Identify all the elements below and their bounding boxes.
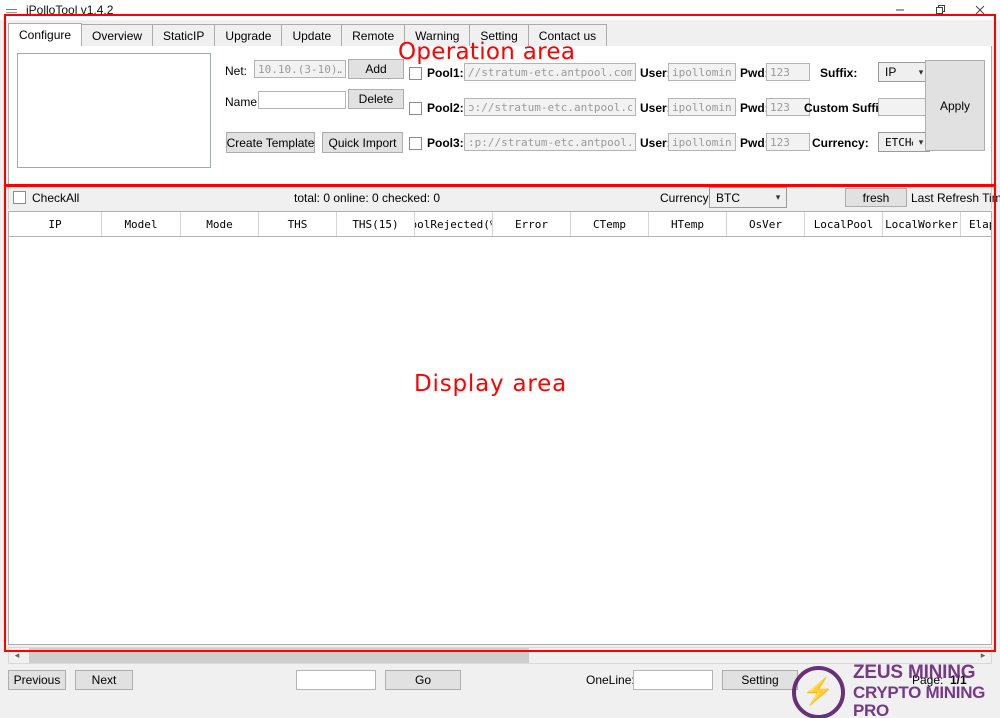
- scrollbar-thumb[interactable]: [29, 648, 529, 663]
- column-header-elapsed[interactable]: Elaps: [961, 212, 992, 236]
- pool3-user-input[interactable]: [668, 133, 736, 151]
- net-label: Net:: [225, 64, 247, 78]
- zeus-mining-watermark: ⚡ ZEUS MINING CRYPTO MINING PRO: [792, 668, 1000, 716]
- operation-panel: Net: Add Name: Delete Create Template Qu…: [8, 46, 992, 185]
- operation-area-annotation: Operation area: [398, 39, 575, 65]
- add-button[interactable]: Add: [348, 59, 404, 79]
- table-currency-select[interactable]: BTC ▾: [709, 187, 787, 208]
- pool1-label: Pool1:: [427, 66, 464, 80]
- pool2-url-input[interactable]: [464, 98, 636, 116]
- checkall-label: CheckAll: [32, 191, 79, 205]
- watermark-text: ZEUS MINING CRYPTO MINING PRO: [853, 663, 1000, 718]
- pool3-user-label: User:: [640, 136, 671, 150]
- column-header-htemp[interactable]: HTemp: [649, 212, 727, 236]
- pool1-checkbox[interactable]: [409, 67, 422, 80]
- watermark-line-1: ZEUS MINING: [853, 663, 1000, 684]
- currency-select[interactable]: ETCHᴄ ▾: [878, 132, 930, 152]
- tab-upgrade[interactable]: Upgrade: [214, 24, 282, 46]
- go-button[interactable]: Go: [385, 670, 461, 690]
- column-header-pool-rejected[interactable]: oolRejected(%: [415, 212, 493, 236]
- last-refresh-time-label: Last Refresh Time: [911, 191, 1000, 205]
- chevron-down-icon: ▾: [770, 192, 786, 203]
- pool1-pwd-label: Pwd:: [740, 66, 769, 80]
- apply-button[interactable]: Apply: [925, 60, 985, 151]
- name-input[interactable]: [258, 91, 346, 109]
- tab-configure[interactable]: Configure: [8, 23, 82, 46]
- pool2-label: Pool2:: [427, 101, 464, 115]
- table-currency-label: Currency:: [660, 191, 712, 205]
- net-input[interactable]: [254, 60, 346, 78]
- column-header-osver[interactable]: OsVer: [727, 212, 805, 236]
- oneline-label: OneLine:: [586, 673, 635, 687]
- ipollotool-window: iPolloTool v1.4.2 Configure Overview: [0, 0, 1000, 718]
- pool1-url-input[interactable]: [464, 63, 636, 81]
- currency-select-value: ETCHᴄ: [885, 136, 913, 149]
- pool1-user-input[interactable]: [668, 63, 736, 81]
- pool3-checkbox[interactable]: [409, 137, 422, 150]
- scroll-left-icon[interactable]: ◂: [9, 648, 25, 663]
- lightning-bolt-icon: ⚡: [792, 666, 845, 718]
- name-label: Name:: [225, 95, 260, 109]
- column-header-localpool[interactable]: LocalPool: [805, 212, 883, 236]
- scroll-right-icon[interactable]: ▸: [975, 648, 991, 663]
- display-area-annotation: Display area: [414, 371, 567, 397]
- column-header-ctemp[interactable]: CTemp: [571, 212, 649, 236]
- tab-update[interactable]: Update: [281, 24, 342, 46]
- column-header-error[interactable]: Error: [493, 212, 571, 236]
- next-button[interactable]: Next: [75, 670, 133, 690]
- delete-button[interactable]: Delete: [348, 89, 404, 109]
- pool1-user-label: User:: [640, 66, 671, 80]
- miner-table: IP Model Mode THS THS(15) oolRejected(% …: [8, 211, 992, 645]
- refresh-button[interactable]: fresh: [845, 188, 907, 207]
- suffix-select[interactable]: IP ▾: [878, 62, 930, 82]
- window-controls: [880, 0, 1000, 20]
- previous-button[interactable]: Previous: [8, 670, 66, 690]
- pool2-pwd-label: Pwd:: [740, 101, 769, 115]
- table-body: [9, 237, 991, 645]
- tab-remote[interactable]: Remote: [341, 24, 405, 46]
- pool3-pwd-label: Pwd:: [740, 136, 769, 150]
- close-icon[interactable]: [960, 0, 1000, 20]
- pool3-url-input[interactable]: [464, 133, 636, 151]
- column-header-mode[interactable]: Mode: [181, 212, 259, 236]
- stats-text: total: 0 online: 0 checked: 0: [294, 191, 440, 205]
- maximize-icon[interactable]: [920, 0, 960, 20]
- pool1-pwd-input[interactable]: [766, 63, 810, 81]
- minimize-icon[interactable]: [880, 0, 920, 20]
- setting-button[interactable]: Setting: [722, 670, 798, 690]
- column-header-ip[interactable]: IP: [9, 212, 102, 236]
- column-header-ths[interactable]: THS: [259, 212, 337, 236]
- custom-suffix-label: Custom Suffix:: [804, 101, 889, 115]
- template-list[interactable]: [17, 53, 211, 168]
- horizontal-scrollbar[interactable]: ◂ ▸: [8, 647, 992, 664]
- pool2-user-input[interactable]: [668, 98, 736, 116]
- column-header-localworker[interactable]: LocalWorker: [883, 212, 961, 236]
- oneline-input[interactable]: [633, 670, 713, 690]
- page-number-input[interactable]: [296, 670, 376, 690]
- pool3-label: Pool3:: [427, 136, 464, 150]
- tab-staticip[interactable]: StaticIP: [152, 24, 215, 46]
- window-title: iPolloTool v1.4.2: [26, 3, 113, 17]
- suffix-select-value: IP: [885, 65, 913, 79]
- title-bar: iPolloTool v1.4.2: [0, 0, 1000, 20]
- watermark-line-2: CRYPTO MINING PRO: [853, 684, 1000, 718]
- column-header-ths15[interactable]: THS(15): [337, 212, 415, 236]
- create-template-button[interactable]: Create Template: [226, 132, 315, 153]
- checkall-checkbox[interactable]: [13, 191, 26, 204]
- status-toolbar: CheckAll total: 0 online: 0 checked: 0 C…: [8, 187, 992, 209]
- currency-label: Currency:: [812, 136, 869, 150]
- quick-import-button[interactable]: Quick Import: [322, 132, 403, 153]
- pool2-checkbox[interactable]: [409, 102, 422, 115]
- table-header-row: IP Model Mode THS THS(15) oolRejected(% …: [9, 212, 991, 237]
- scrollbar-track[interactable]: [25, 648, 975, 663]
- custom-suffix-input[interactable]: [878, 98, 930, 116]
- pool3-pwd-input[interactable]: [766, 133, 810, 151]
- bolt-glyph: ⚡: [802, 678, 834, 704]
- app-icon: [4, 2, 20, 18]
- table-currency-select-value: BTC: [716, 191, 770, 205]
- tab-overview[interactable]: Overview: [81, 24, 153, 46]
- pool2-user-label: User:: [640, 101, 671, 115]
- suffix-label: Suffix:: [820, 66, 857, 80]
- column-header-model[interactable]: Model: [102, 212, 181, 236]
